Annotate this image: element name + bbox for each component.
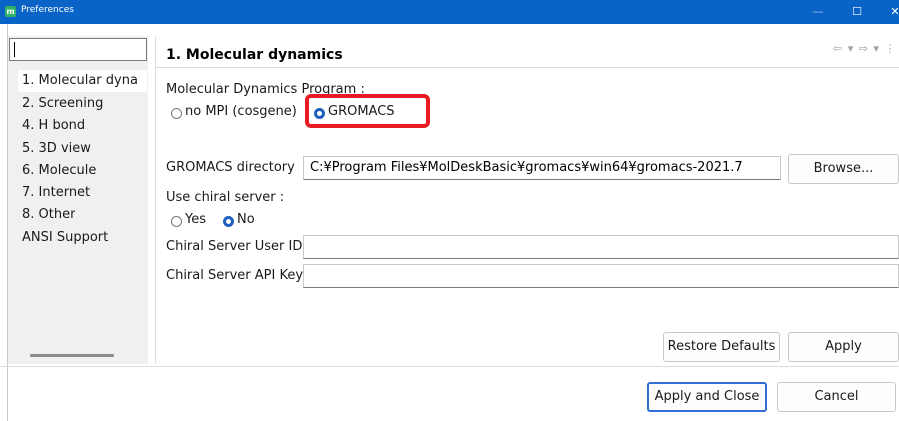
window-title: Preferences — [21, 5, 74, 15]
radio-no-mpi[interactable] — [171, 108, 182, 119]
footer-divider — [0, 366, 899, 367]
maximize-button[interactable]: ☐ — [842, 0, 872, 24]
chiral-api-key-label: Chiral Server API Key — [166, 268, 304, 283]
chiral-user-id-input[interactable] — [303, 235, 899, 259]
radio-no-mpi-label[interactable]: no MPI (cosgene) — [185, 104, 297, 119]
sidebar-item-other[interactable]: 8. Other — [22, 207, 75, 222]
app-icon: m — [5, 6, 16, 17]
radio-chiral-yes-label[interactable]: Yes — [185, 212, 206, 227]
page-title: 1. Molecular dynamics — [166, 47, 343, 63]
gromacs-dir-label: GROMACS directory — [166, 160, 295, 175]
horizontal-scrollbar[interactable] — [30, 354, 114, 357]
title-bar: m Preferences — ☐ ✕ — [0, 0, 899, 24]
sidebar-item-h-bond[interactable]: 4. H bond — [22, 118, 85, 133]
sidebar-item-3d-view[interactable]: 5. 3D view — [22, 141, 91, 156]
chiral-server-label: Use chiral server : — [166, 190, 285, 205]
title-divider — [156, 67, 899, 68]
sidebar-item-molecular-dynamics[interactable]: 1. Molecular dyna — [18, 70, 147, 92]
radio-chiral-no-label[interactable]: No — [237, 212, 255, 227]
gromacs-dir-input[interactable]: C:¥Program Files¥MolDeskBasic¥gromacs¥wi… — [303, 156, 781, 180]
cancel-button[interactable]: Cancel — [777, 382, 896, 412]
radio-chiral-yes[interactable] — [171, 216, 182, 227]
close-button[interactable]: ✕ — [880, 0, 899, 24]
sidebar-item-internet[interactable]: 7. Internet — [22, 185, 90, 200]
restore-defaults-button[interactable]: Restore Defaults — [663, 332, 780, 362]
pane-divider[interactable] — [155, 36, 156, 364]
radio-chiral-no[interactable] — [223, 216, 234, 227]
highlight-box — [305, 94, 430, 128]
chiral-user-id-label: Chiral Server User ID — [166, 239, 303, 254]
sidebar-item-screening[interactable]: 2. Screening — [22, 96, 103, 111]
apply-button[interactable]: Apply — [788, 332, 899, 362]
filter-input[interactable] — [9, 38, 147, 61]
sidebar-item-molecule[interactable]: 6. Molecule — [22, 163, 96, 178]
apply-and-close-button[interactable]: Apply and Close — [647, 382, 767, 412]
browse-button[interactable]: Browse... — [788, 154, 899, 184]
chiral-api-key-input[interactable] — [303, 264, 899, 288]
sidebar-item-ansi-support[interactable]: ANSI Support — [22, 230, 108, 245]
text-caret — [14, 42, 15, 57]
minimize-button[interactable]: — — [803, 0, 833, 24]
history-nav-icons[interactable]: ⇦ ▾ ⇨ ▾ ⋮ — [833, 42, 896, 55]
